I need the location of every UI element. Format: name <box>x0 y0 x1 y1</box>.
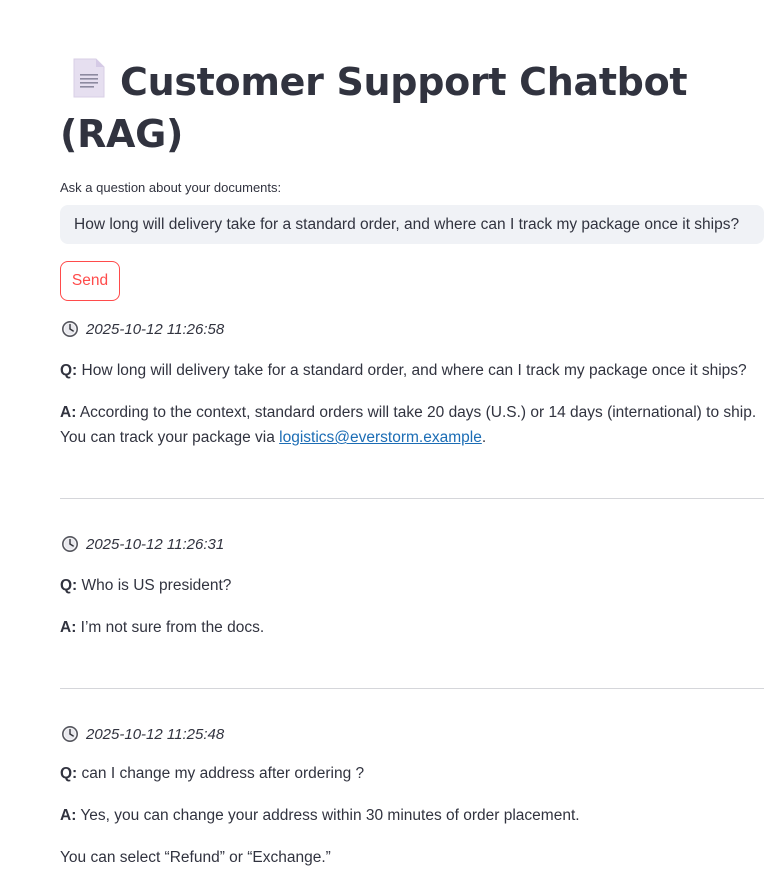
entry-timestamp-text: 2025-10-12 11:25:48 <box>86 725 225 743</box>
question-text: Who is US president? <box>81 577 232 594</box>
email-link[interactable]: logistics@everstorm.example <box>279 429 482 446</box>
question-text: can I change my address after ordering ? <box>81 765 365 782</box>
answer-text-end: . <box>481 429 487 446</box>
page-title-text: Customer Support Chatbot (RAG) <box>60 60 688 156</box>
answer-label: A: <box>60 619 77 636</box>
answer-followup: You can select “Refund” or “Exchange.” <box>60 849 331 866</box>
chat-app: Customer Support Chatbot (RAG) Ask a que… <box>0 0 784 876</box>
clock-icon <box>62 321 78 337</box>
history-entry: 2025-10-12 11:26:58 Q: How long will del… <box>60 319 764 450</box>
clock-icon <box>62 536 78 552</box>
question-label: Q: <box>60 362 78 379</box>
entry-question: Q: How long will delivery take for a sta… <box>60 358 764 383</box>
clock-icon <box>62 726 78 742</box>
history-entry: 2025-10-12 11:25:48 Q: can I change my a… <box>60 724 764 870</box>
entry-timestamp: 2025-10-12 11:25:48 <box>60 724 764 744</box>
entry-timestamp-text: 2025-10-12 11:26:58 <box>86 320 225 338</box>
question-input-label: Ask a question about your documents: <box>60 180 282 195</box>
question-text: How long will delivery take for a standa… <box>81 362 747 379</box>
entry-timestamp-text: 2025-10-12 11:26:31 <box>86 535 225 553</box>
entry-answer: A: I’m not sure from the docs. <box>60 615 764 640</box>
entry-timestamp: 2025-10-12 11:26:31 <box>60 534 764 554</box>
entry-answer: A: Yes, you can change your address with… <box>60 803 764 828</box>
question-input[interactable] <box>60 205 764 244</box>
entry-question: Q: can I change my address after orderin… <box>60 761 764 786</box>
page-document-icon <box>73 58 105 98</box>
entry-question: Q: Who is US president? <box>60 573 764 598</box>
entry-answer: A: According to the context, standard or… <box>60 400 764 450</box>
send-button[interactable]: Send <box>60 261 120 301</box>
entry-divider <box>60 498 764 499</box>
answer-label: A: <box>60 807 77 824</box>
question-label: Q: <box>60 765 78 782</box>
question-label: Q: <box>60 577 78 594</box>
page-title: Customer Support Chatbot (RAG) <box>60 56 760 160</box>
answer-text: Yes, you can change your address within … <box>80 807 580 824</box>
history-entry: 2025-10-12 11:26:31 Q: Who is US preside… <box>60 534 764 640</box>
answer-text: I’m not sure from the docs. <box>80 619 265 636</box>
entry-divider <box>60 688 764 689</box>
entry-timestamp: 2025-10-12 11:26:58 <box>60 319 764 339</box>
answer-label: A: <box>60 404 77 421</box>
